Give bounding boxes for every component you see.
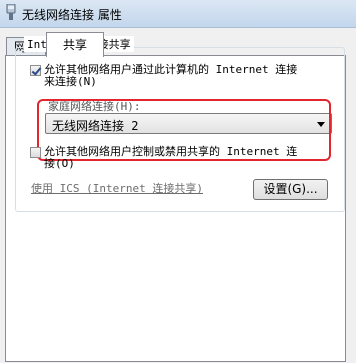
ics-help-link[interactable]: 使用 ICS (Internet 连接共享) xyxy=(31,180,203,196)
network-adapter-icon xyxy=(6,4,16,20)
tab-sharing[interactable]: 共享 xyxy=(46,32,104,57)
allow-sharing-checkbox[interactable] xyxy=(30,65,41,76)
window-title: 无线网络连接 属性 xyxy=(22,8,122,22)
title-bar: 无线网络连接 属性 xyxy=(0,0,356,28)
allow-control-label-line1[interactable]: 允许其他网络用户控制或禁用共享的 Internet 连 xyxy=(44,146,297,158)
allow-control-label-line2[interactable]: 接(O) xyxy=(44,158,75,170)
allow-control-checkbox[interactable] xyxy=(30,147,41,158)
settings-button[interactable]: 设置(G)... xyxy=(253,179,328,200)
allow-sharing-label-line2[interactable]: 来连接(N) xyxy=(44,76,97,88)
